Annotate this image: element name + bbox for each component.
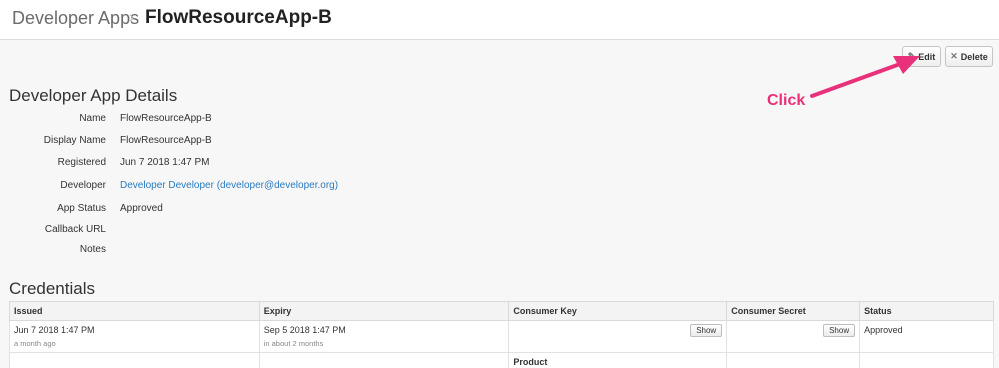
- product-spacer: [859, 352, 994, 368]
- cell-expiry: Sep 5 2018 1:47 PM in about 2 months: [258, 320, 510, 353]
- developer-link[interactable]: Developer Developer (developer@developer…: [120, 180, 338, 191]
- product-row: Product: [9, 352, 994, 368]
- field-label-developer: Developer: [60, 180, 106, 191]
- field-label-registered: Registered: [57, 157, 106, 168]
- cell-issued: Jun 7 2018 1:47 PM a month ago: [9, 320, 260, 353]
- annotation-click-label: Click: [767, 92, 806, 109]
- cell-consumer-secret: Show: [726, 320, 861, 353]
- column-header-consumer-key: Consumer Key: [508, 301, 728, 321]
- field-label-name: Name: [79, 113, 106, 124]
- details-section-title: Developer App Details: [9, 86, 178, 105]
- field-label-notes: Notes: [79, 244, 106, 255]
- issued-relative: a month ago: [14, 339, 56, 348]
- product-header: Product: [508, 352, 728, 368]
- cell-status: Approved: [859, 320, 994, 353]
- column-header-issued: Issued: [9, 301, 260, 321]
- column-header-consumer-secret: Consumer Secret: [726, 301, 861, 321]
- product-spacer: [9, 352, 260, 368]
- credentials-table: Issued Expiry Consumer Key Consumer Secr…: [9, 301, 994, 368]
- expiry-relative: in about 2 months: [263, 339, 324, 348]
- field-value-registered: Jun 7 2018 1:47 PM: [120, 157, 210, 168]
- credentials-section-title: Credentials: [9, 279, 95, 298]
- table-row: Jun 7 2018 1:47 PM a month ago Sep 5 201…: [9, 320, 994, 353]
- show-consumer-secret-button[interactable]: Show: [823, 324, 856, 337]
- column-header-expiry: Expiry: [258, 301, 510, 321]
- column-header-status: Status: [859, 301, 994, 321]
- product-spacer: [258, 352, 510, 368]
- field-label-app-status: App Status: [57, 203, 106, 214]
- field-value-app-status: Approved: [120, 203, 163, 214]
- field-value-name: FlowResourceApp-B: [120, 113, 212, 124]
- issued-date: Jun 7 2018 1:47 PM: [14, 325, 95, 335]
- show-consumer-key-button[interactable]: Show: [690, 324, 723, 337]
- field-value-display-name: FlowResourceApp-B: [120, 135, 212, 146]
- credentials-header-row: Issued Expiry Consumer Key Consumer Secr…: [9, 301, 994, 321]
- expiry-date: Sep 5 2018 1:47 PM: [263, 325, 346, 335]
- field-label-display-name: Display Name: [43, 135, 106, 146]
- cell-consumer-key: Show: [508, 320, 728, 353]
- product-spacer: [726, 352, 861, 368]
- field-label-callback-url: Callback URL: [44, 224, 106, 235]
